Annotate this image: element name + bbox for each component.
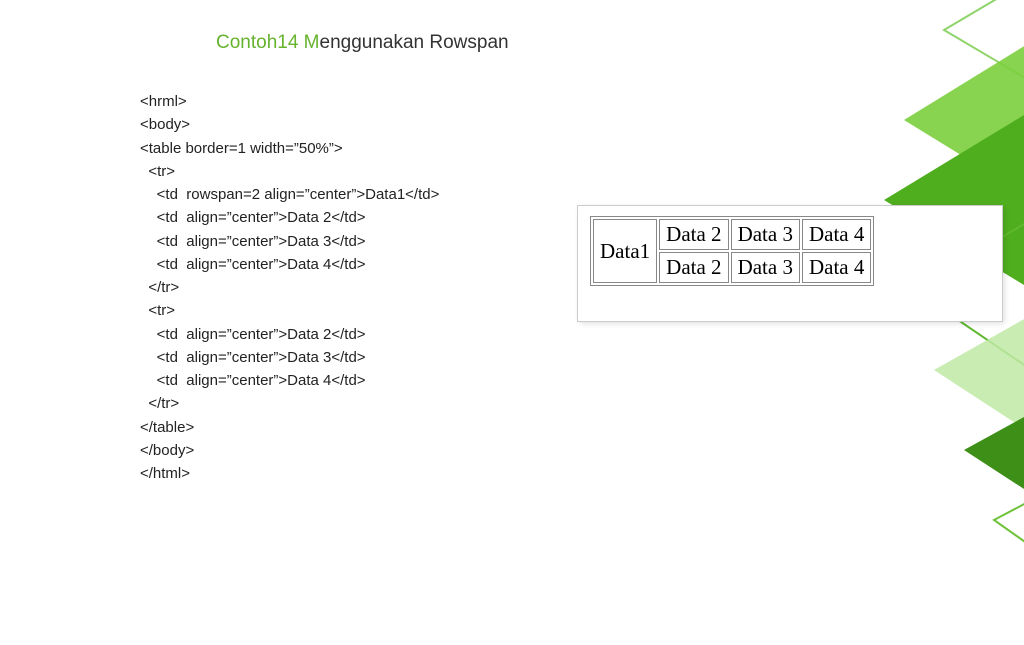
- code-line: <td rowspan=2 align=”center”>Data1</td>: [140, 183, 439, 206]
- code-line: </html>: [140, 462, 439, 485]
- rendered-output-box: Data1 Data 2 Data 3 Data 4 Data 2 Data 3…: [578, 206, 1002, 321]
- title-rest: enggunakan Rowspan: [320, 32, 509, 53]
- title-accent: Contoh14 M: [216, 32, 320, 53]
- code-line: </tr>: [140, 276, 439, 299]
- code-line: <tr>: [140, 160, 439, 183]
- code-line: <td align=”center”>Data 2</td>: [140, 206, 439, 229]
- table-cell: Data 2: [659, 252, 728, 283]
- table-cell: Data1: [593, 219, 657, 283]
- code-block: <hrml> <body> <table border=1 width=”50%…: [140, 90, 439, 485]
- table-row: Data1 Data 2 Data 3 Data 4: [593, 219, 871, 250]
- table-cell: Data 3: [731, 219, 800, 250]
- code-line: </tr>: [140, 392, 439, 415]
- code-line: <td align=”center”>Data 4</td>: [140, 369, 439, 392]
- code-line: <td align=”center”>Data 4</td>: [140, 253, 439, 276]
- table-cell: Data 4: [802, 252, 871, 283]
- code-line: </table>: [140, 416, 439, 439]
- code-line: <tr>: [140, 299, 439, 322]
- code-line: </body>: [140, 439, 439, 462]
- code-line: <table border=1 width=”50%”>: [140, 137, 439, 160]
- code-line: <td align=”center”>Data 2</td>: [140, 323, 439, 346]
- code-line: <td align=”center”>Data 3</td>: [140, 230, 439, 253]
- table-cell: Data 2: [659, 219, 728, 250]
- code-line: <body>: [140, 113, 439, 136]
- slide-title: Contoh14 Menggunakan Rowspan: [216, 32, 509, 54]
- table-cell: Data 4: [802, 219, 871, 250]
- table-cell: Data 3: [731, 252, 800, 283]
- code-line: <hrml>: [140, 90, 439, 113]
- code-line: <td align=”center”>Data 3</td>: [140, 346, 439, 369]
- rendered-table: Data1 Data 2 Data 3 Data 4 Data 2 Data 3…: [590, 216, 874, 286]
